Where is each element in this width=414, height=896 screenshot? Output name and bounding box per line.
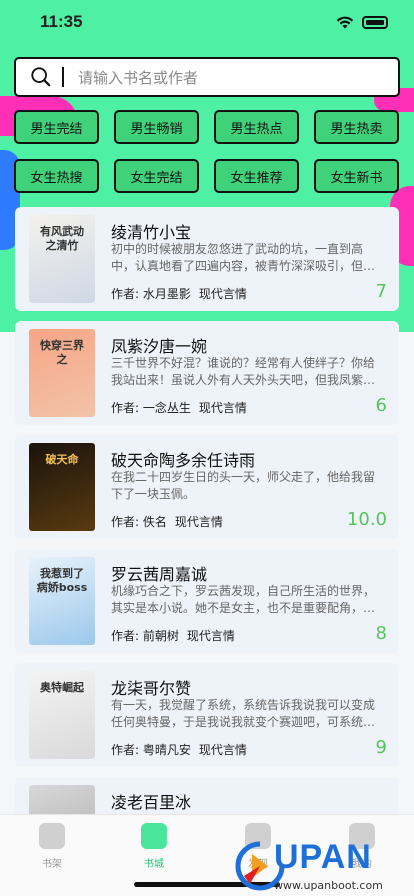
book-card[interactable]: 我惹到了病娇boss 罗云茜周嘉诚 机缘巧合之下，罗云茜发现，自己所生活的世界，… [15,549,399,653]
book-author: 作者: 粤晴凡安 [111,743,191,757]
book-score: 9 [375,737,387,758]
book-cover: 有风武动之清竹 [29,215,95,303]
book-author: 作者: 前朝树 [111,629,179,643]
book-meta: 作者: 一念丛生 现代言情 [111,399,247,416]
book-title: 罗云茜周嘉诚 [111,565,208,584]
book-meta: 作者: 粤晴凡安 现代言情 [111,741,247,758]
category-button[interactable]: 女生新书 [314,159,399,193]
book-author: 作者: 水月墨影 [111,287,191,301]
book-title: 破天命陶多余任诗雨 [111,451,256,470]
book-meta: 作者: 佚名 现代言情 [111,513,223,530]
book-author: 作者: 佚名 [111,515,167,529]
book-cover: 快穿三界之 [29,329,95,417]
book-genre: 现代言情 [198,287,247,301]
book-card[interactable]: 有风武动之清竹 绫清竹小宝 初中的时候被朋友忽悠进了武动的坑，一直到高中，认真地… [15,207,399,311]
book-card[interactable]: 快穿三界之 凤紫汐唐一婉 三千世界不好混？谁说的？经常有人使绊子？你给我站出来！… [15,321,399,425]
tab-label: 书架 [42,859,62,870]
search-icon [31,67,51,87]
status-bar: 11:35 [0,0,414,48]
book-title: 绫清竹小宝 [111,223,192,242]
watermark-url: www.upanboot.com [274,879,383,892]
book-title: 龙柒哥尔赞 [111,679,192,698]
category-button[interactable]: 女生推荐 [214,159,299,193]
book-score: 7 [375,281,387,302]
wifi-icon [336,16,354,29]
search-bar[interactable]: 请输入书名或作者 [14,57,400,97]
book-cover: 我惹到了病娇boss [29,557,95,645]
book-description: 在我二十四岁生日的头一天，师父走了，他给我留下了一块玉佩。 [111,470,376,501]
bookshelf-icon [39,823,65,849]
book-description: 初中的时候被朋友忽悠进了武动的坑，一直到高中，认真地看了四遍内容，被青竹深深吸引… [111,242,376,273]
book-author: 作者: 一念丛生 [111,401,191,415]
book-description: 三千世界不好混？谁说的？经常有人使绊子？你给我站出来！虽说人外有人天外头天吧，但… [111,356,376,387]
tab-1[interactable]: 书城 [124,823,184,870]
tab-0[interactable]: 书架 [22,823,82,870]
category-grid: 男生完结 男生畅销 男生热点 男生热卖 女生热搜 女生完结 女生推荐 女生新书 [14,110,400,193]
book-score: 6 [375,395,387,416]
book-score: 10.0 [346,509,387,530]
status-icons [336,16,388,29]
book-title: 凌老百里冰 [111,793,192,812]
book-description: 机缘巧合之下，罗云茜发现，自己所生活的世界，其实是本小说。她不是女主，也不是重要… [111,584,376,615]
book-list: 有风武动之清竹 绫清竹小宝 初中的时候被朋友忽悠进了武动的坑，一直到高中，认真地… [15,207,399,891]
book-card[interactable]: 奥特崛起 龙柒哥尔赞 有一天，我觉醒了系统，系统告诉我说我可以变成任何奥特曼，于… [15,663,399,767]
book-meta: 作者: 前朝树 现代言情 [111,627,235,644]
cover-text: 我惹到了病娇boss [36,567,88,594]
category-button[interactable]: 男生热卖 [314,110,399,144]
book-score: 8 [375,623,387,644]
book-cover: 破天命 [29,443,95,531]
category-button[interactable]: 女生完结 [114,159,199,193]
book-cover: 奥特崛起 [29,671,95,759]
text-cursor [62,67,64,87]
category-button[interactable]: 男生完结 [14,110,99,144]
cover-text: 破天命 [45,453,79,466]
book-genre: 现代言情 [198,401,247,415]
book-title: 凤紫汐唐一婉 [111,337,208,356]
book-description: 有一天，我觉醒了系统，系统告诉我说我可以变成任何奥特曼，于是我说我就变个赛迦吧，… [111,698,376,729]
watermark-logo: UPAN www.upanboot.com [230,836,414,896]
book-genre: 现代言情 [186,629,235,643]
cover-text: 奥特崛起 [40,681,84,694]
cover-text: 有风武动之清竹 [40,225,84,252]
book-meta: 作者: 水月墨影 现代言情 [111,285,247,302]
bookstore-icon [141,823,167,849]
book-genre: 现代言情 [174,515,223,529]
search-input[interactable]: 请输入书名或作者 [78,67,198,88]
watermark-brand: UPAN [274,838,372,876]
category-button[interactable]: 女生热搜 [14,159,99,193]
category-button[interactable]: 男生畅销 [114,110,199,144]
cover-text: 快穿三界之 [40,339,84,366]
battery-icon [362,16,388,29]
book-card[interactable]: 破天命 破天命陶多余任诗雨 在我二十四岁生日的头一天，师父走了，他给我留下了一块… [15,435,399,539]
tab-label: 书城 [144,859,164,870]
status-time: 11:35 [40,12,83,31]
category-button[interactable]: 男生热点 [214,110,299,144]
book-genre: 现代言情 [198,743,247,757]
